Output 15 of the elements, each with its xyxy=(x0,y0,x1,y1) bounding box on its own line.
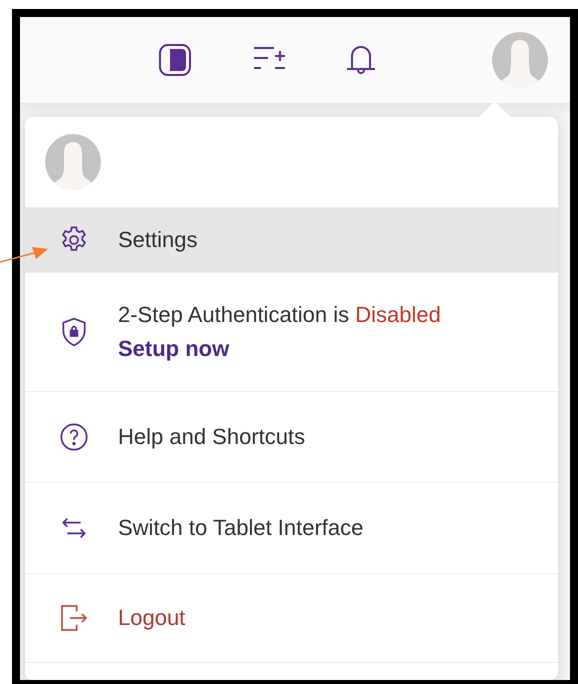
setup-link[interactable]: Setup now xyxy=(118,336,441,362)
logout-icon xyxy=(58,602,90,634)
avatar-icon xyxy=(492,32,548,88)
help-icon xyxy=(58,421,90,453)
menu-label: Logout xyxy=(118,605,186,631)
menu-label: Switch to Tablet Interface xyxy=(118,515,364,541)
avatar xyxy=(45,134,101,190)
menu-item[interactable]: Logout xyxy=(25,574,558,663)
menu-item[interactable]: Help and Shortcuts xyxy=(25,392,558,483)
auth-status-text: 2-Step Authentication is Disabled xyxy=(118,302,441,328)
menu-label: Settings xyxy=(118,227,198,253)
menu-item[interactable]: Switch to Tablet Interface xyxy=(25,483,558,574)
menu-item[interactable]: Settings xyxy=(25,208,558,273)
menu-label: Help and Shortcuts xyxy=(118,424,306,450)
menu-item[interactable]: 2-Step Authentication is Disabled Setup now xyxy=(25,273,558,392)
